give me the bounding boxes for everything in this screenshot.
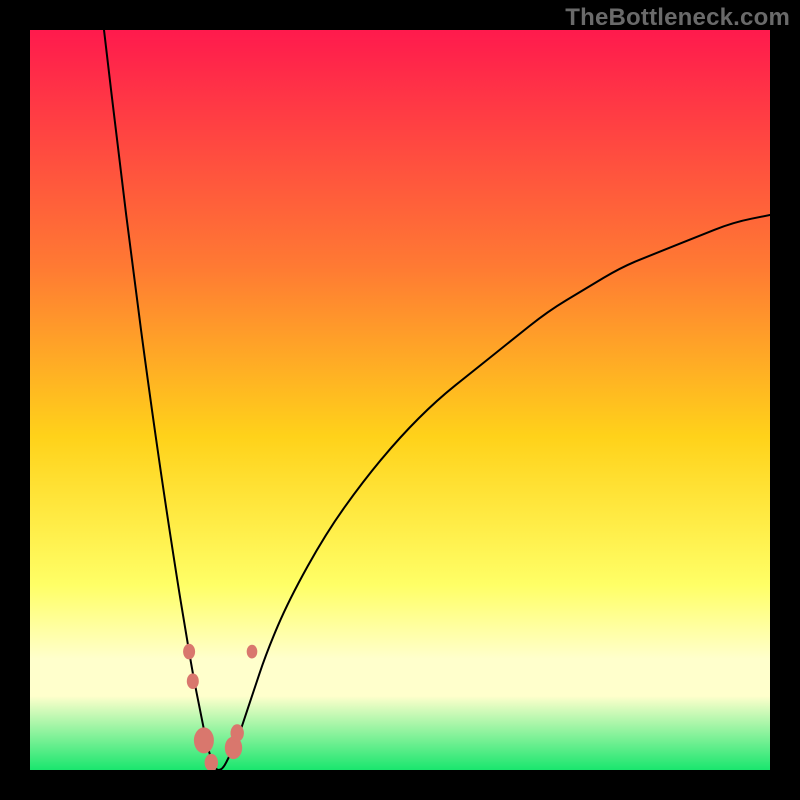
curve-marker — [194, 727, 214, 753]
curve-marker — [231, 724, 244, 741]
plot-area — [30, 30, 770, 770]
watermark-text: TheBottleneck.com — [565, 4, 790, 32]
curve-marker — [187, 673, 199, 689]
chart-svg — [30, 30, 770, 770]
curve-marker — [247, 645, 258, 659]
curve-marker — [183, 644, 195, 660]
gradient-background — [30, 30, 770, 770]
chart-frame: TheBottleneck.com — [0, 0, 800, 800]
